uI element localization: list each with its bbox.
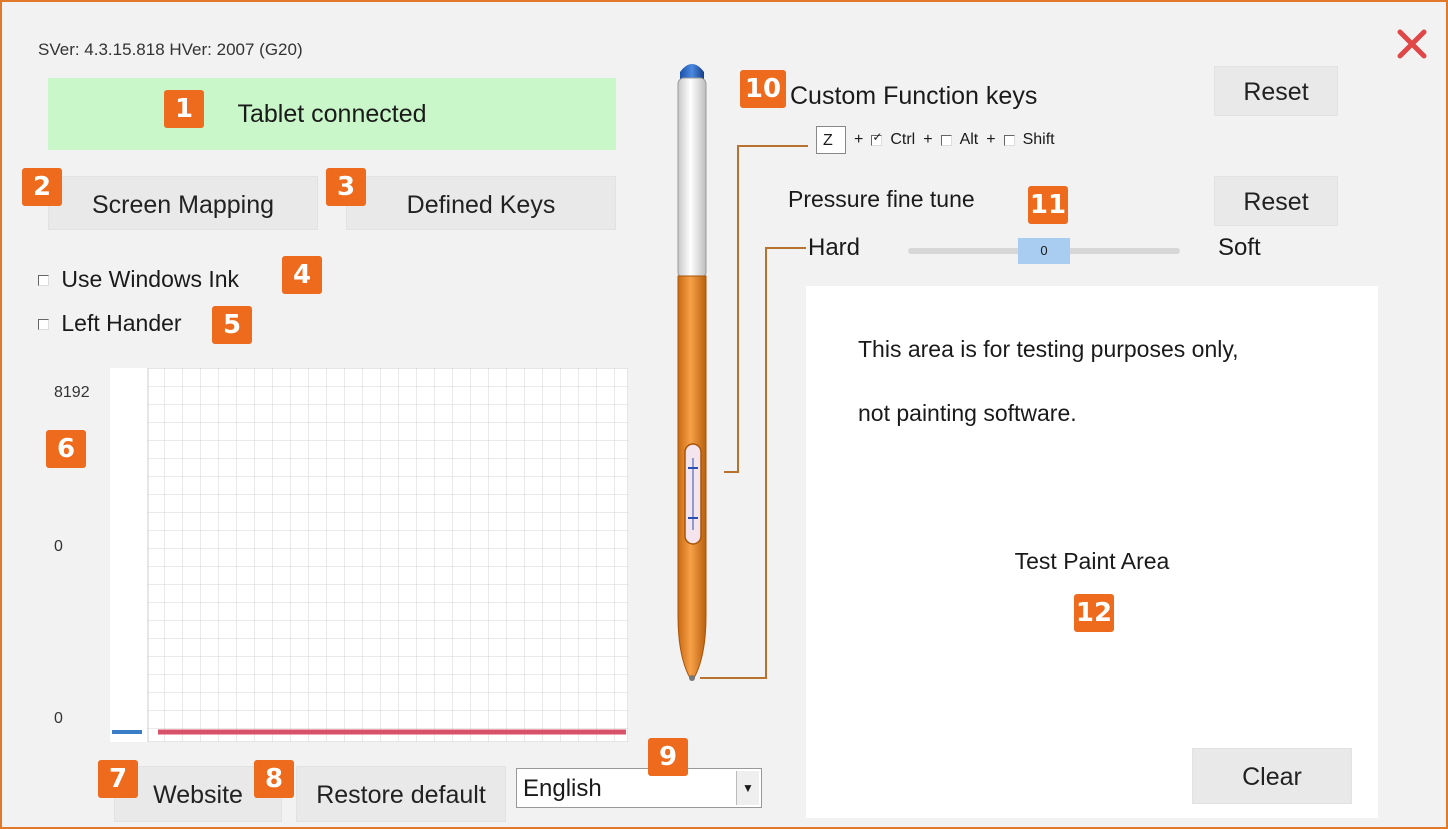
ctrl-label: Ctrl — [890, 131, 916, 148]
function-key-row: Z + ✓ Ctrl + Alt + Shift — [816, 124, 1055, 156]
clear-button[interactable]: Clear — [1192, 748, 1352, 804]
pressure-tune-title: Pressure fine tune — [788, 186, 975, 212]
alt-label: Alt — [959, 131, 979, 148]
hard-label: Hard — [808, 234, 861, 261]
shift-label: Shift — [1022, 131, 1055, 148]
badge-12: 12 — [1074, 594, 1114, 632]
test-area-title: Test Paint Area — [1014, 548, 1170, 574]
plus-sign: + — [986, 131, 996, 148]
pressure-slider-thumb[interactable]: 0 — [1018, 238, 1070, 264]
badge-10: 10 — [740, 70, 786, 108]
badge-11: 11 — [1028, 186, 1068, 224]
reset-pressure-button[interactable]: Reset — [1214, 176, 1338, 226]
function-key-input[interactable]: Z — [816, 126, 846, 154]
test-paint-area[interactable]: This area is for testing purposes only, … — [806, 286, 1378, 818]
reset-function-button[interactable]: Reset — [1214, 66, 1338, 116]
test-area-line1: This area is for testing purposes only, — [858, 336, 1239, 362]
plus-sign: + — [923, 131, 933, 148]
ctrl-checkbox[interactable]: ✓ — [871, 130, 882, 146]
plus-sign: + — [854, 131, 864, 148]
alt-checkbox[interactable] — [940, 134, 952, 146]
shift-checkbox[interactable] — [1003, 134, 1015, 146]
custom-function-title: Custom Function keys — [790, 82, 1038, 110]
test-area-line2: not painting software. — [858, 400, 1077, 426]
soft-label: Soft — [1218, 234, 1261, 261]
